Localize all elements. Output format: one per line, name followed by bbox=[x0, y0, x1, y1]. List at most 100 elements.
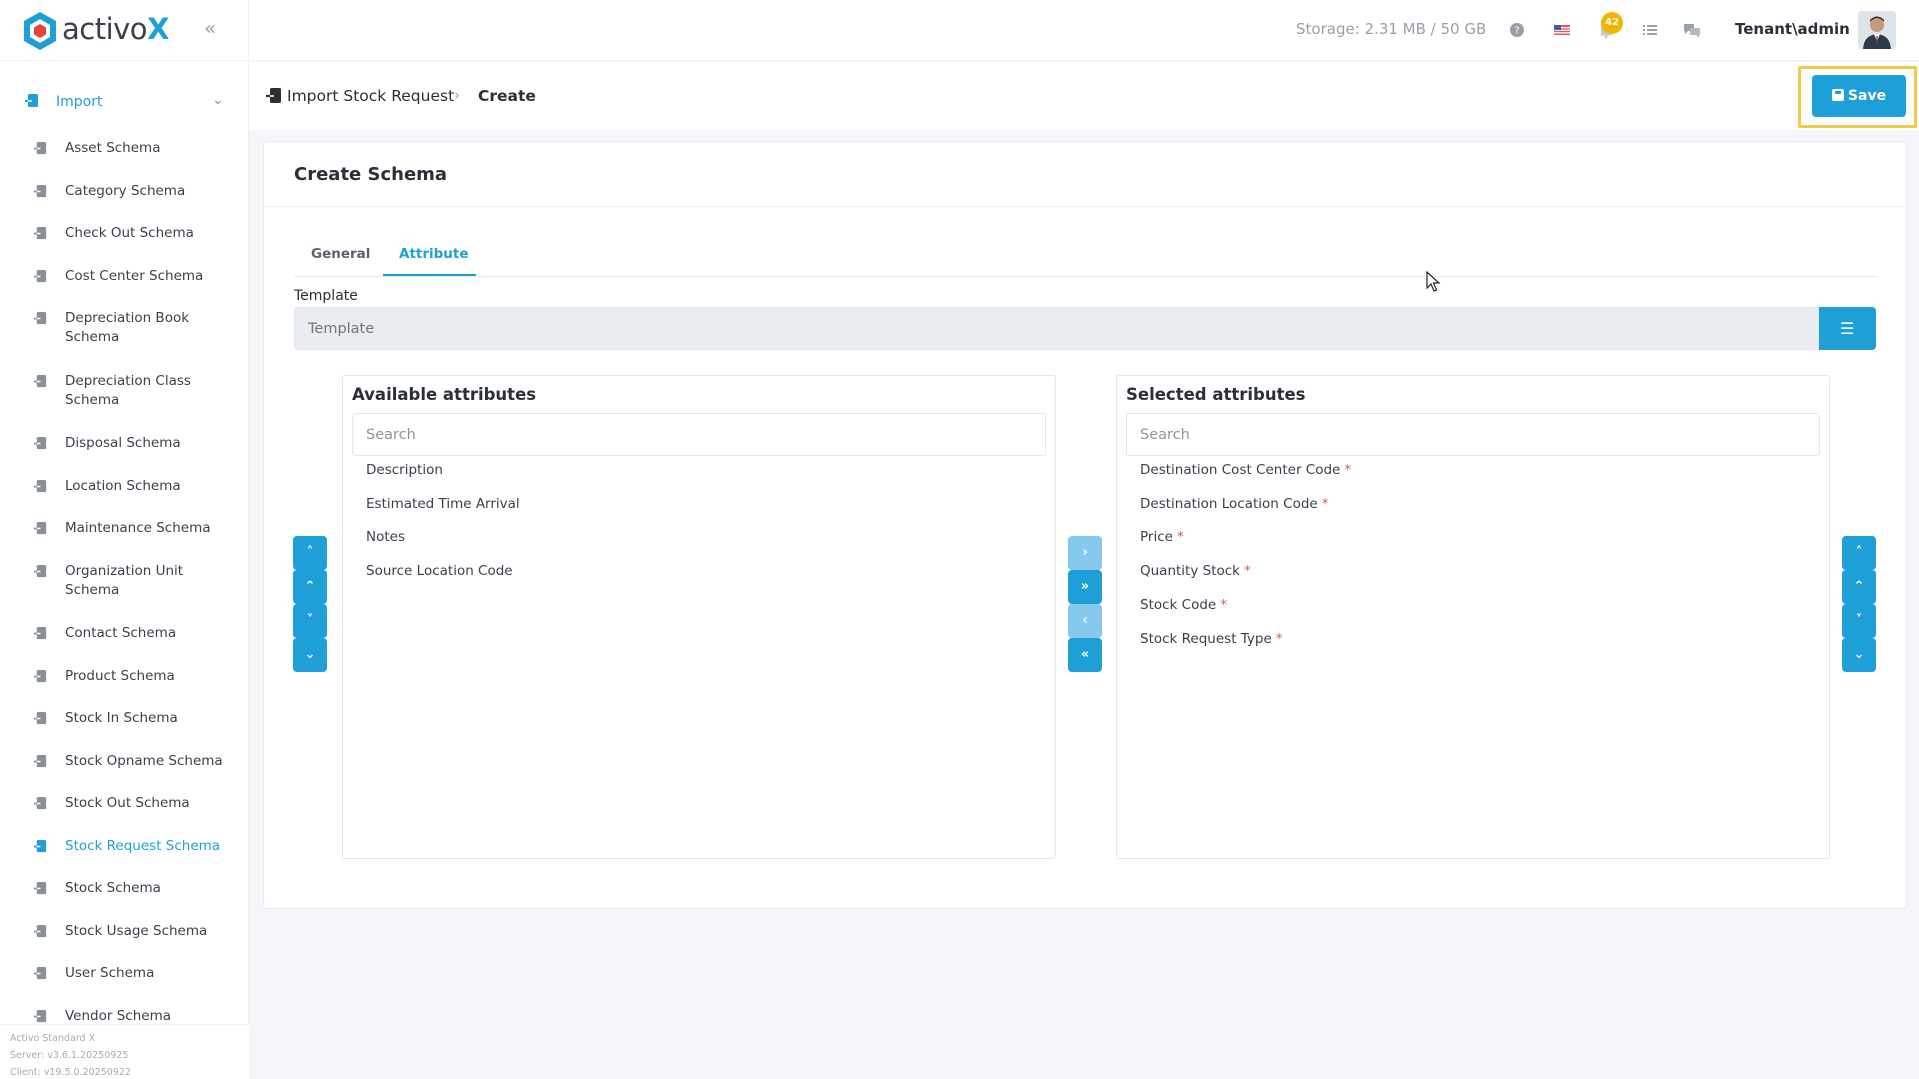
tab-attribute[interactable]: Attribute bbox=[399, 246, 469, 262]
selected-attributes-panel: Selected attributes Destination Cost Cen… bbox=[1116, 375, 1830, 859]
selected-move-top-button[interactable]: ⌃ bbox=[1842, 570, 1876, 604]
task-list-icon[interactable] bbox=[1640, 20, 1660, 40]
import-icon bbox=[33, 754, 47, 768]
help-icon[interactable]: ? bbox=[1507, 20, 1527, 40]
activox-logo-icon bbox=[24, 12, 56, 50]
chevron-down-icon: ⌄ bbox=[212, 92, 224, 108]
notification-badge[interactable]: 42 bbox=[1601, 12, 1623, 34]
sidebar-item-label: Maintenance Schema bbox=[65, 520, 211, 536]
save-button[interactable]: Save bbox=[1812, 75, 1906, 117]
remove-selected-button[interactable]: ‹ bbox=[1068, 604, 1102, 638]
sidebar-item-label: Product Schema bbox=[65, 668, 175, 684]
avatar[interactable] bbox=[1858, 11, 1896, 49]
double-chevron-right-icon: » bbox=[1080, 579, 1090, 594]
import-icon bbox=[33, 521, 47, 535]
sidebar-item-label: Depreciation Class Schema bbox=[65, 373, 191, 408]
storage-usage: Storage: 2.31 MB / 50 GB bbox=[1296, 20, 1487, 38]
attribute-label: Quantity Stock bbox=[1140, 563, 1240, 579]
sidebar-item-label: Stock Out Schema bbox=[65, 795, 190, 811]
import-icon bbox=[33, 711, 47, 725]
sidebar-item-label: Category Schema bbox=[65, 183, 186, 199]
selected-attribute-item[interactable]: Stock Code * bbox=[1140, 597, 1227, 613]
add-all-button[interactable]: » bbox=[1068, 570, 1102, 604]
sidebar-item-label: User Schema bbox=[65, 965, 155, 981]
available-attribute-item[interactable]: Estimated Time Arrival bbox=[366, 496, 520, 512]
sidebar-item-label: Stock Opname Schema bbox=[65, 753, 223, 769]
available-attribute-item[interactable]: Notes bbox=[366, 529, 405, 545]
available-attributes-title: Available attributes bbox=[352, 385, 537, 404]
chevron-up-icon: ˄ bbox=[1855, 545, 1863, 560]
attribute-label: Destination Cost Center Code bbox=[1140, 462, 1341, 478]
required-marker: * bbox=[1321, 496, 1329, 512]
floppy-disk-icon bbox=[1831, 89, 1844, 101]
us-flag-icon[interactable] bbox=[1552, 20, 1572, 40]
selected-attribute-item[interactable]: Quantity Stock * bbox=[1140, 563, 1251, 579]
breadcrumb-parent[interactable]: Import Stock Request bbox=[287, 87, 454, 105]
selected-move-bottom-button[interactable]: ⌄ bbox=[1842, 638, 1876, 672]
create-schema-card: Create Schema General Attribute Template… bbox=[263, 141, 1907, 909]
chevron-down-icon: ˅ bbox=[1855, 613, 1863, 628]
import-icon bbox=[33, 311, 47, 325]
template-label: Template bbox=[294, 288, 358, 304]
sidebar-item-label: Stock Request Schema bbox=[65, 838, 221, 854]
add-selected-button[interactable]: › bbox=[1068, 536, 1102, 570]
import-icon bbox=[33, 669, 47, 683]
selected-attribute-item[interactable]: Destination Location Code * bbox=[1140, 496, 1328, 512]
selected-attribute-item[interactable]: Stock Request Type * bbox=[1140, 631, 1283, 647]
card-divider bbox=[264, 206, 1906, 207]
sidebar-item-label: Organization Unit Schema bbox=[65, 563, 184, 598]
import-icon bbox=[33, 966, 47, 980]
available-search-input[interactable] bbox=[352, 413, 1046, 456]
sidebar-item-label: Stock In Schema bbox=[65, 710, 178, 726]
chevron-down-icon: ˅ bbox=[306, 613, 314, 628]
import-icon bbox=[33, 796, 47, 810]
sidebar-item-label: Cost Center Schema bbox=[65, 268, 204, 284]
save-label: Save bbox=[1847, 88, 1887, 104]
template-picker-button[interactable]: ☰ bbox=[1819, 307, 1876, 350]
list-icon: ☰ bbox=[1840, 319, 1855, 338]
double-chevron-down-icon: ⌄ bbox=[1853, 647, 1865, 662]
required-marker: * bbox=[1344, 462, 1352, 478]
double-chevron-left-icon: « bbox=[1080, 647, 1090, 662]
selected-search-input[interactable] bbox=[1126, 413, 1820, 456]
attribute-label: Price bbox=[1140, 529, 1173, 545]
user-name[interactable]: Tenant\admin bbox=[1735, 20, 1850, 38]
chevron-left-icon: ‹ bbox=[1082, 613, 1088, 628]
double-chevron-up-icon: ⌃ bbox=[1853, 579, 1865, 594]
import-icon bbox=[33, 1009, 47, 1023]
move-down-button[interactable]: ˅ bbox=[293, 604, 327, 638]
collapse-sidebar-icon[interactable]: « bbox=[204, 18, 224, 38]
move-bottom-button[interactable]: ⌄ bbox=[293, 638, 327, 672]
brand-name: activoX bbox=[62, 12, 169, 46]
double-chevron-up-icon: ⌃ bbox=[304, 579, 316, 594]
attribute-label: Stock Code bbox=[1140, 597, 1217, 613]
move-top-button[interactable]: ⌃ bbox=[293, 570, 327, 604]
selected-attribute-item[interactable]: Price * bbox=[1140, 529, 1184, 545]
import-icon bbox=[33, 141, 47, 155]
breadcrumb-bar: Import Stock Request › Create bbox=[249, 61, 1919, 130]
template-input[interactable] bbox=[294, 307, 1824, 350]
available-attribute-item[interactable]: Source Location Code bbox=[366, 563, 513, 579]
svg-text:?: ? bbox=[1514, 26, 1519, 37]
selected-attribute-item[interactable]: Destination Cost Center Code * bbox=[1140, 462, 1351, 478]
selected-move-up-button[interactable]: ˄ bbox=[1842, 536, 1876, 570]
move-up-button[interactable]: ˄ bbox=[293, 536, 327, 570]
sidebar-group-import[interactable]: Import ⌄ bbox=[0, 88, 249, 116]
import-icon bbox=[33, 374, 47, 388]
chevron-up-icon: ˄ bbox=[306, 545, 314, 560]
sidebar-item-label: Stock Schema bbox=[65, 880, 161, 896]
client-version: Client: v19.5.0.20250922 bbox=[10, 1067, 131, 1078]
chat-icon[interactable] bbox=[1682, 20, 1702, 40]
chevron-right-icon: › bbox=[1082, 545, 1088, 560]
breadcrumb-current: Create bbox=[478, 87, 536, 105]
selected-move-down-button[interactable]: ˅ bbox=[1842, 604, 1876, 638]
required-marker: * bbox=[1176, 529, 1184, 545]
remove-all-button[interactable]: « bbox=[1068, 638, 1102, 672]
tab-general[interactable]: General bbox=[311, 246, 370, 262]
tabs-divider bbox=[294, 276, 1876, 277]
required-marker: * bbox=[1275, 631, 1283, 647]
import-icon bbox=[25, 94, 38, 107]
available-attribute-item[interactable]: Description bbox=[366, 462, 443, 478]
sidebar-divider bbox=[0, 60, 249, 61]
user-avatar-icon bbox=[1858, 11, 1896, 49]
